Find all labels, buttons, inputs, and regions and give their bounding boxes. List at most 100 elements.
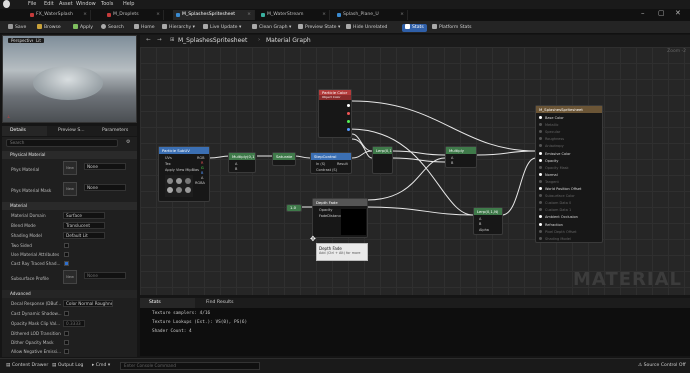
forward-arrow-icon[interactable]: → [157,37,162,43]
result-pin[interactable]: Custom Data 1 [539,207,571,213]
result-pin[interactable]: Refraction [539,222,563,228]
subsurface-profile-select[interactable]: None [84,272,126,279]
dithered-lod-checkbox[interactable] [64,331,69,336]
result-pin[interactable]: Emissive Color [539,151,571,157]
result-pin[interactable]: Shading Model [539,236,571,242]
home-button[interactable]: Home [134,24,155,32]
node-lerp[interactable]: Lerp(0,1) [372,146,393,174]
details-search-input[interactable]: Search [6,139,118,147]
stats-button[interactable]: Stats [402,24,427,32]
menu-window[interactable]: Window [76,1,96,7]
phys-material-mask-select[interactable]: None [84,184,126,191]
close-icon[interactable]: × [400,10,404,20]
result-pin[interactable]: World Position Offset [539,186,581,192]
close-icon[interactable]: × [83,10,87,20]
cast-ray-traced-checkbox[interactable] [64,261,69,266]
close-icon[interactable]: × [247,10,251,20]
console-command-input[interactable]: Enter Console Command [120,362,260,370]
menu-tools[interactable]: Tools [101,1,113,7]
back-arrow-icon[interactable]: ← [146,37,151,43]
close-icon[interactable]: × [322,10,326,20]
use-material-attributes-checkbox[interactable] [64,252,69,257]
result-pin[interactable]: Custom Data 0 [539,200,571,206]
node-saturate[interactable]: Saturate [272,152,296,166]
result-pin[interactable]: Opacity [539,158,558,164]
node-material-result[interactable]: M_SplashesSpritesheet Base Color Metallic… [535,105,603,243]
search-button[interactable]: Search [101,24,124,32]
output-log-button[interactable]: ▤ Output Log [52,363,83,368]
tab-preview-scene[interactable]: Preview S... [50,126,92,136]
node-particle-subuv[interactable]: Particle SubUV UVs Tex Apply View MipBia… [158,146,210,202]
cmd-button[interactable]: ▸ Cmd ▾ [92,363,110,368]
result-pin[interactable]: Anisotropy [539,143,564,149]
tab-stats[interactable]: Stats [140,298,195,308]
node-depth-fade[interactable]: Depth Fade Opacity FadeDistance [312,198,368,238]
tab-details[interactable]: Details [2,126,47,136]
result-pin[interactable]: Specular [539,129,560,135]
output-pin-g[interactable] [347,120,350,123]
browse-button[interactable]: Browse [37,24,61,32]
output-pin[interactable] [347,104,350,107]
phys-material-thumbnail[interactable]: New [63,161,77,175]
menu-edit[interactable]: Edit [44,1,54,7]
platform-stats-button[interactable]: Platform Stats [432,24,472,32]
save-button[interactable]: Save [8,24,26,32]
tab-m-waterstream[interactable]: M_WaterStream × [258,10,330,20]
opacity-mask-clip-input[interactable]: 0.3333 [63,320,85,327]
subsurface-profile-thumbnail[interactable]: New [63,270,77,284]
material-domain-select[interactable]: Surface [63,212,105,219]
node-multiply-2[interactable]: Multiply A B [445,146,477,168]
tab-fx-watersplash[interactable]: FX_WaterSplash × [27,10,91,20]
close-window-icon[interactable]: ✕ [675,9,681,17]
live-update-button[interactable]: Live Update ▾ [203,24,241,32]
result-pin[interactable]: Base Color [539,115,564,121]
hierarchy-button[interactable]: Hierarchy ▾ [162,24,195,32]
node-multiply[interactable]: Multiply(0,1) A B [228,152,256,173]
tab-parameters[interactable]: Parameters [94,126,137,136]
settings-icon[interactable]: ⚙ [126,139,130,145]
output-pin-r[interactable] [347,112,350,115]
result-pin[interactable]: Tangent [539,179,559,185]
dither-opacity-checkbox[interactable] [64,340,69,345]
result-pin[interactable]: Opacity Mask [539,165,569,171]
node-constant[interactable]: 1.0 [286,204,302,212]
shading-model-select[interactable]: Default Lit [63,232,105,239]
maximize-icon[interactable]: ▢ [658,9,665,17]
breadcrumb-root[interactable]: M_SplashesSpritesheet [178,37,247,44]
phys-material-mask-thumbnail[interactable]: New [63,182,77,196]
section-physical-material[interactable]: Physical Material [2,151,137,159]
section-advanced[interactable]: Advanced [2,290,137,298]
breadcrumb-leaf[interactable]: Material Graph [266,37,311,44]
close-icon[interactable]: × [156,10,160,20]
result-pin[interactable]: Normal [539,172,558,178]
section-material[interactable]: Material [2,202,137,210]
content-drawer-button[interactable]: ▤ Content Drawer [6,363,48,368]
material-graph-canvas[interactable]: Zoom -2 MATERIAL Particle SubUV UVs Tex … [140,47,690,295]
result-pin[interactable]: Pixel Depth Offset [539,229,577,235]
menu-file[interactable]: File [28,1,36,7]
clean-graph-button[interactable]: Clean Graph ▾ [252,24,291,32]
hide-unrelated-button[interactable]: Hide Unrelated [346,24,387,32]
result-pin[interactable]: Subsurface Color [539,193,575,199]
blend-mode-select[interactable]: Translucent [63,222,105,229]
tab-find-results[interactable]: Find Results [200,298,233,308]
allow-negative-checkbox[interactable] [64,349,69,354]
result-pin[interactable]: Roughness [539,136,564,142]
menu-asset[interactable]: Asset [59,1,73,7]
phys-material-select[interactable]: None [84,163,126,170]
node-step-control[interactable]: StepControl In (S) Contrast (S) Result [310,152,352,174]
source-control-status[interactable]: ⚠ Source Control Off [638,363,686,368]
menu-help[interactable]: Help [123,1,134,7]
decal-response-select[interactable]: Color Normal Roughness [63,300,113,307]
result-pin[interactable]: Metallic [539,122,559,128]
lit-button[interactable]: Lit [33,38,44,43]
cast-dynamic-shadow-checkbox[interactable] [64,311,69,316]
output-pin-b[interactable] [347,128,350,131]
preview-viewport[interactable]: Perspective Lit ⊥ [2,35,137,123]
node-lerp-2[interactable]: Lerp(0,1,N) A B Alpha [473,207,503,235]
result-pin[interactable]: Ambient Occlusion [539,214,578,220]
tab-m-droplets[interactable]: M_Droplets × [104,10,164,20]
minimize-icon[interactable]: – [641,9,645,17]
node-particle-color[interactable]: Particle Color Object Color [318,89,352,138]
preview-state-button[interactable]: Preview State ▾ [298,24,340,32]
